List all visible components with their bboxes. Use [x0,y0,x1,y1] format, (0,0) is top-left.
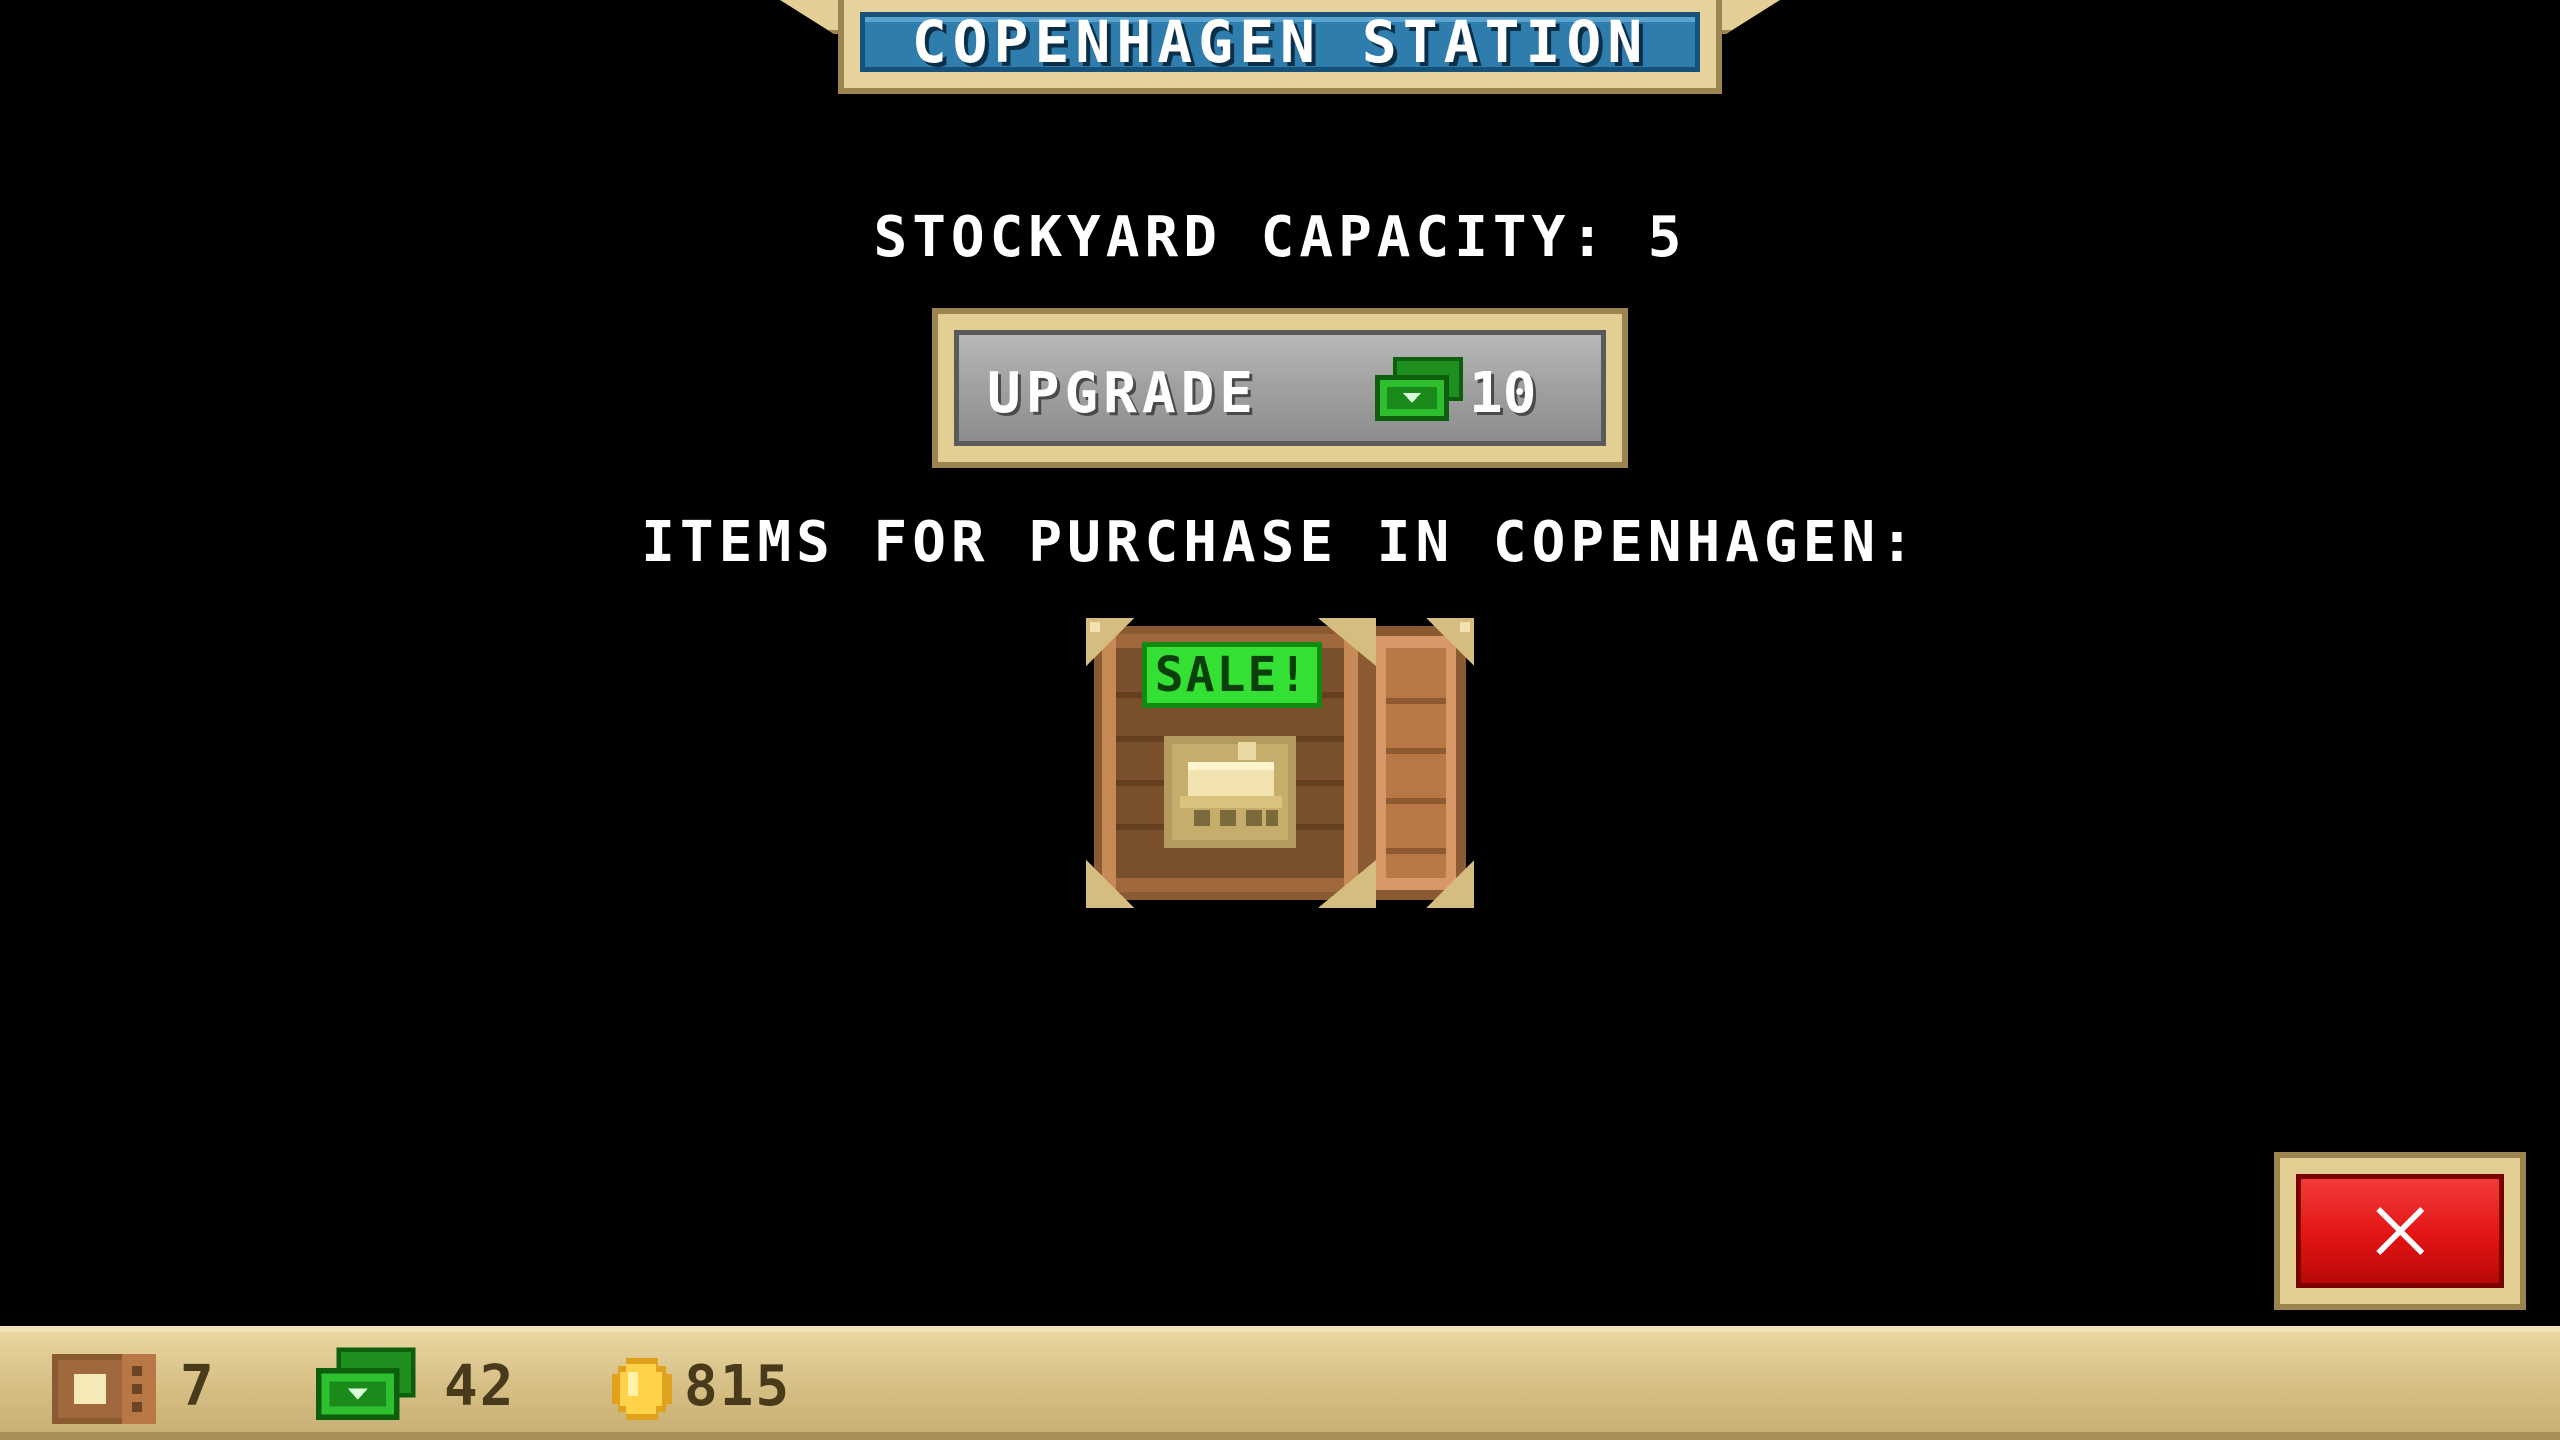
train-car-icon [1180,742,1282,826]
items-heading: ITEMS FOR PURCHASE IN COPENHAGEN: [641,510,1919,575]
title-banner: COPENHAGEN STATION [838,0,1722,94]
upgrade-cost: 10 [1469,361,1537,426]
cash-icon [1375,357,1463,421]
upgrade-button-face: UPGRADE 10 [954,330,1606,446]
close-button-face [2296,1174,2504,1288]
crate-icon [52,1354,156,1424]
close-button[interactable] [2274,1152,2526,1310]
sale-badge: SALE! [1142,642,1322,708]
upgrade-button[interactable]: UPGRADE 10 [932,308,1628,468]
crate-count: 7 [180,1354,216,1419]
gold-coin-icon [612,1358,672,1420]
stockyard-capacity: STOCKYARD CAPACITY: 5 [873,205,1687,270]
upgrade-label: UPGRADE [987,361,1259,426]
item-crate[interactable]: SALE! [1086,618,1474,908]
title-plate: COPENHAGEN STATION [860,8,1700,76]
close-x-icon [2376,1207,2424,1255]
cash-icon [316,1347,416,1421]
coin-count: 815 [684,1354,792,1419]
cash-count: 42 [444,1354,516,1419]
station-screen: COPENHAGEN STATION STOCKYARD CAPACITY: 5… [0,0,2560,1440]
station-title: COPENHAGEN STATION [911,8,1649,76]
status-bar: 7 42 815 [0,1326,2560,1440]
